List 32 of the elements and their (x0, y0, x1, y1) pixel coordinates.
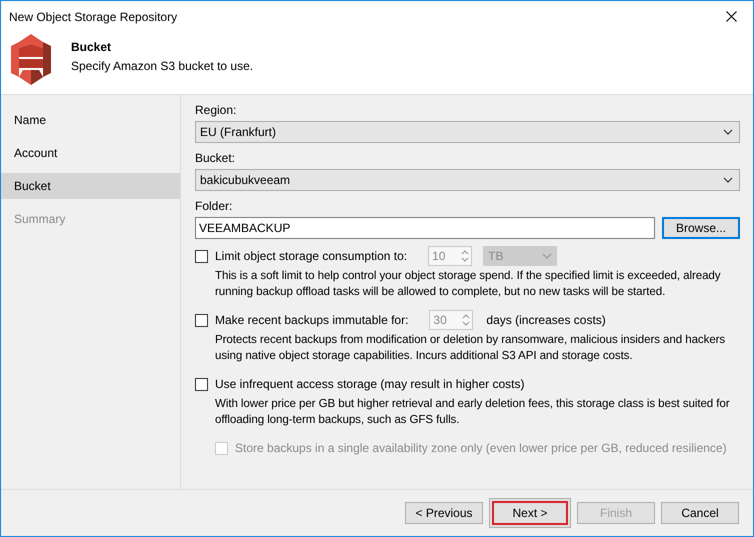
bucket-logo-icon (11, 34, 51, 85)
option-label: Store backups in a single availability zone only (even lower price per GB, reduced resilience) (235, 441, 727, 455)
wizard-step[interactable]: Bucket (1, 173, 180, 199)
option-label: Use infrequent access storage (may result in higher costs) (215, 377, 524, 391)
checkbox[interactable] (195, 250, 208, 262)
chevron-icon (542, 253, 552, 259)
close-icon (726, 11, 736, 22)
wizard-button[interactable]: < Previous (405, 502, 483, 524)
chevron-icon (723, 177, 733, 183)
option-label: Make recent backups immutable for: (215, 313, 408, 327)
page-subtitle: Specify Amazon S3 bucket to use. (71, 59, 254, 73)
field-label: Folder: (195, 199, 234, 213)
option-suffix: days (increases costs) (486, 313, 606, 327)
wizard-step[interactable]: Account (1, 140, 180, 166)
folder-field[interactable]: VEEAMBACKUP (195, 217, 655, 239)
checkbox[interactable] (195, 378, 208, 390)
checkbox[interactable] (195, 314, 208, 326)
browse-button[interactable]: Browse... (662, 217, 740, 239)
wizard-button[interactable]: Cancel (661, 502, 739, 524)
option-description: Protects recent backups from modification or deletion by ransomware, malicious insiders and hackers using native object storage capabilities. Incurs additional S3 API and storage costs. (215, 332, 726, 364)
option-description: With lower price per GB but higher retrieval and early deletion fees, this storage class is best suited for offloading long-term backups, such as GFS fulls. (215, 396, 730, 428)
chevron-icon (723, 129, 733, 135)
option-description: This is a soft limit to help control your object storage spend. If the specified limit is exceeded, already running backup offload tasks will be allowed to complete, but no new tasks will be started. (215, 268, 722, 300)
option-label: Limit object storage consumption to: (215, 249, 408, 263)
wizard-button[interactable]: Next > (489, 498, 571, 528)
window-title: New Object Storage Repository (9, 10, 178, 24)
field-label: Bucket: (195, 151, 236, 165)
wizard-step[interactable]: Name (1, 107, 180, 133)
page-title: Bucket (71, 40, 112, 54)
region-dropdown[interactable]: EU (Frankfurt) (195, 121, 740, 143)
field-label: Region: (195, 103, 238, 117)
bucket-dropdown[interactable]: bakicubukveeam (195, 169, 740, 191)
